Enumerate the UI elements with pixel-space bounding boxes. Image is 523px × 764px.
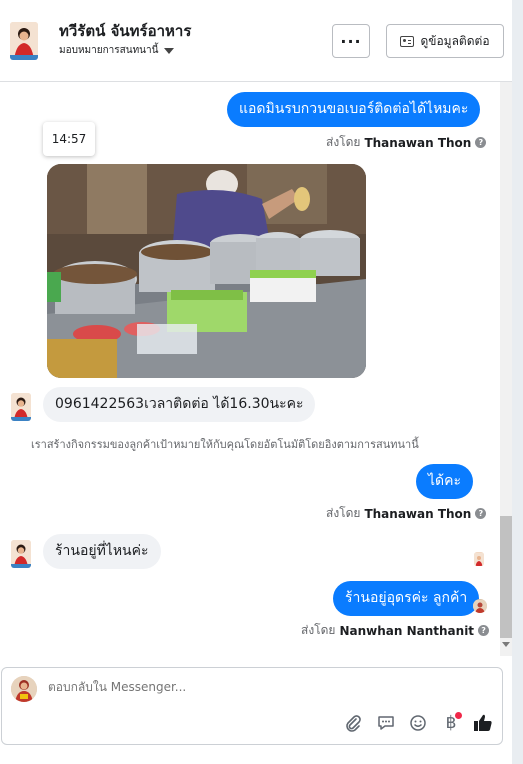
message-text: ร้านอยู่ที่ไหนค่ะ	[55, 543, 149, 559]
timestamp-tooltip: 14:57	[43, 122, 95, 156]
incoming-message[interactable]: ร้านอยู่ที่ไหนค่ะ	[43, 534, 161, 569]
notification-dot	[455, 712, 462, 719]
help-icon[interactable]: ?	[475, 137, 487, 148]
customer-avatar[interactable]	[10, 22, 38, 60]
help-icon[interactable]: ?	[478, 625, 490, 636]
seen-receipt-avatar	[473, 599, 487, 613]
help-icon[interactable]: ?	[475, 508, 487, 519]
baht-icon[interactable]: ฿	[440, 712, 462, 734]
more-options-button[interactable]: ···	[332, 24, 370, 58]
seen-receipt-avatar	[474, 552, 484, 566]
message-text: ร้านอยู่อุดรค่ะ ลูกค้า	[345, 590, 468, 606]
message-text: แอดมินรบกวนขอเบอร์ติดต่อได้ไหมคะ	[239, 101, 469, 117]
assign-conversation-dropdown[interactable]: มอบหมายการสนทนานี้	[59, 43, 175, 58]
sent-by-label: ส่งโดย Thanawan Thon ?	[326, 133, 487, 152]
sender-name[interactable]: Nanwhan Nanthanit	[339, 624, 474, 638]
sent-by-label: ส่งโดย Nanwhan Nanthanit ?	[301, 621, 490, 640]
outgoing-message[interactable]: ได้คะ	[416, 464, 474, 499]
sent-by-prefix: ส่งโดย	[326, 135, 361, 149]
sender-avatar	[11, 676, 37, 702]
incoming-message[interactable]: 0961422563เวลาติดต่อ ได้16.30นะคะ	[43, 387, 316, 422]
thumbs-up-icon[interactable]	[472, 712, 494, 734]
scroll-down-arrow-icon[interactable]	[502, 642, 510, 647]
kebab-icon: ···	[340, 31, 362, 51]
window-edge	[512, 0, 523, 764]
sender-name[interactable]: Thanawan Thon	[364, 507, 471, 521]
message-text: 0961422563เวลาติดต่อ ได้16.30นะคะ	[55, 396, 304, 412]
message-composer: ฿	[1, 667, 503, 745]
sent-by-prefix: ส่งโดย	[326, 506, 361, 520]
outgoing-message[interactable]: ร้านอยู่อุดรค่ะ ลูกค้า	[333, 581, 480, 616]
shared-photo[interactable]	[47, 164, 366, 378]
paperclip-icon[interactable]	[342, 712, 364, 734]
message-text: ได้คะ	[428, 473, 462, 489]
outgoing-message[interactable]: แอดมินรบกวนขอเบอร์ติดต่อได้ไหมคะ	[227, 92, 481, 127]
conversation-panel: ทวีรัตน์ จันทร์อาหาร มอบหมายการสนทนานี้ …	[0, 0, 512, 764]
page-title: ทวีรัตน์ จันทร์อาหาร	[59, 22, 192, 40]
customer-mini-avatar[interactable]	[11, 540, 31, 568]
sent-by-label: ส่งโดย Thanawan Thon ?	[326, 504, 487, 523]
message-thread[interactable]: แอดมินรบกวนขอเบอร์ติดต่อได้ไหมคะ ส่งโดย …	[0, 82, 512, 658]
conversation-header: ทวีรัตน์ จันทร์อาหาร มอบหมายการสนทนานี้ …	[0, 0, 512, 82]
emoji-icon[interactable]	[407, 712, 429, 734]
customer-mini-avatar[interactable]	[11, 393, 31, 421]
sender-name[interactable]: Thanawan Thon	[364, 136, 471, 150]
system-notice: เราสร้างกิจกรรมของลูกค้าเป้าหมายให้กับคุ…	[31, 438, 419, 451]
sent-by-prefix: ส่งโดย	[301, 623, 336, 637]
scrollbar-thumb[interactable]	[500, 516, 512, 638]
caret-down-icon	[164, 47, 175, 54]
assign-conversation-label: มอบหมายการสนทนานี้	[59, 45, 159, 56]
view-contact-info-button[interactable]: ดูข้อมูลติดต่อ	[386, 24, 504, 58]
contact-card-icon	[400, 35, 415, 47]
saved-reply-icon[interactable]	[375, 712, 397, 734]
view-contact-info-label: ดูข้อมูลติดต่อ	[420, 33, 490, 48]
reply-input[interactable]	[48, 680, 348, 694]
